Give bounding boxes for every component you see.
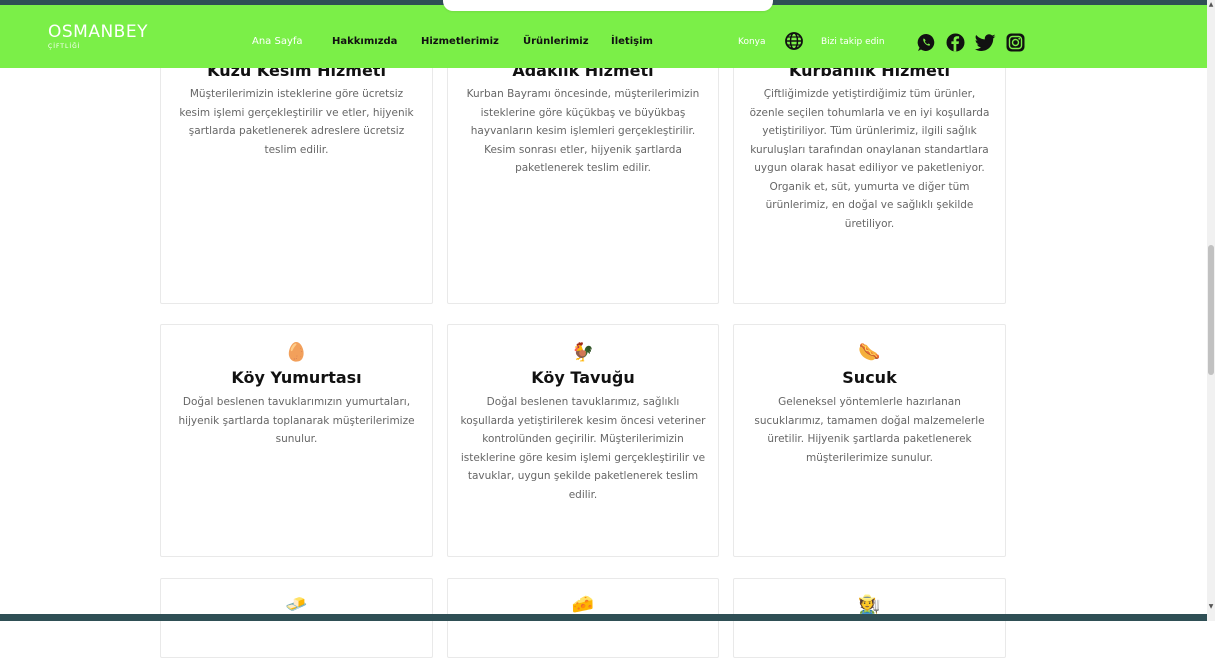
product-card: 🐓 Köy Tavuğu Doğal beslenen tavuklarımız… <box>447 324 719 557</box>
search-dropdown-tab[interactable] <box>443 0 773 11</box>
scrollbar-thumb[interactable] <box>1208 245 1214 375</box>
follow-us-label: Bizi takip edin <box>821 37 885 47</box>
bottom-bar <box>0 614 1215 621</box>
scroll-down-arrow[interactable]: ▼ <box>1208 604 1214 610</box>
product-description: Doğal beslenen tavuklarımızın yumurtalar… <box>178 396 415 445</box>
service-description: Çiftliğimizde yetiştirdiğimiz tüm ürünle… <box>749 88 990 230</box>
product-card: 🌭 Sucuk Geleneksel yöntemlerle hazırlana… <box>733 324 1006 557</box>
product-title: Köy Tavuğu <box>531 368 635 387</box>
whatsapp-icon[interactable] <box>917 33 936 56</box>
brand-logo[interactable]: OSMANBEY ÇİFTLİĞİ <box>48 22 148 51</box>
product-title: Köy Yumurtası <box>231 368 362 387</box>
nav-contact[interactable]: İletişim <box>611 36 653 48</box>
egg-icon: 🥚 <box>285 342 308 363</box>
facebook-icon[interactable] <box>946 33 965 56</box>
twitter-icon[interactable] <box>974 34 996 56</box>
navbar: OSMANBEY ÇİFTLİĞİ Ana Sayfa Hakkımızda H… <box>0 5 1215 68</box>
product-card: 🥚 Köy Yumurtası Doğal beslenen tavukları… <box>160 324 433 557</box>
nav-about[interactable]: Hakkımızda <box>332 36 397 48</box>
product-title: Sucuk <box>842 368 897 387</box>
nav-home[interactable]: Ana Sayfa <box>252 36 303 48</box>
brand-tagline: ÇİFTLİĞİ <box>48 43 81 50</box>
service-description: Müşterilerimizin isteklerine göre ücrets… <box>179 88 414 156</box>
scroll-up-arrow[interactable]: ▲ <box>1208 2 1214 8</box>
product-description: Doğal beslenen tavuklarımız, sağlıklı ko… <box>460 396 706 501</box>
service-card: Kuzu Kesim Hizmeti Müşterilerimizin iste… <box>160 40 433 304</box>
chicken-icon: 🐓 <box>571 342 595 363</box>
instagram-icon[interactable] <box>1006 33 1025 56</box>
butter-icon: 🧈 <box>285 594 308 615</box>
nav-products[interactable]: Ürünlerimiz <box>523 36 589 48</box>
cheese-icon: 🧀 <box>571 594 595 615</box>
product-description: Geleneksel yöntemlerle hazırlanan sucukl… <box>754 396 985 464</box>
service-description: Kurban Bayramı öncesinde, müşterilerimiz… <box>466 88 700 174</box>
sausage-icon: 🌭 <box>858 342 881 363</box>
service-card: Adaklık Hizmeti Kurban Bayramı öncesinde… <box>447 40 719 304</box>
brand-name: OSMANBEY <box>48 22 148 42</box>
nav-services[interactable]: Hizmetlerimiz <box>421 36 499 48</box>
farmer-icon: 🧑‍🌾 <box>858 594 881 615</box>
location-label[interactable]: Konya <box>738 36 766 48</box>
globe-icon[interactable] <box>785 32 803 54</box>
service-card: Kurbanlık Hizmeti Çiftliğimizde yetiştir… <box>733 40 1006 304</box>
